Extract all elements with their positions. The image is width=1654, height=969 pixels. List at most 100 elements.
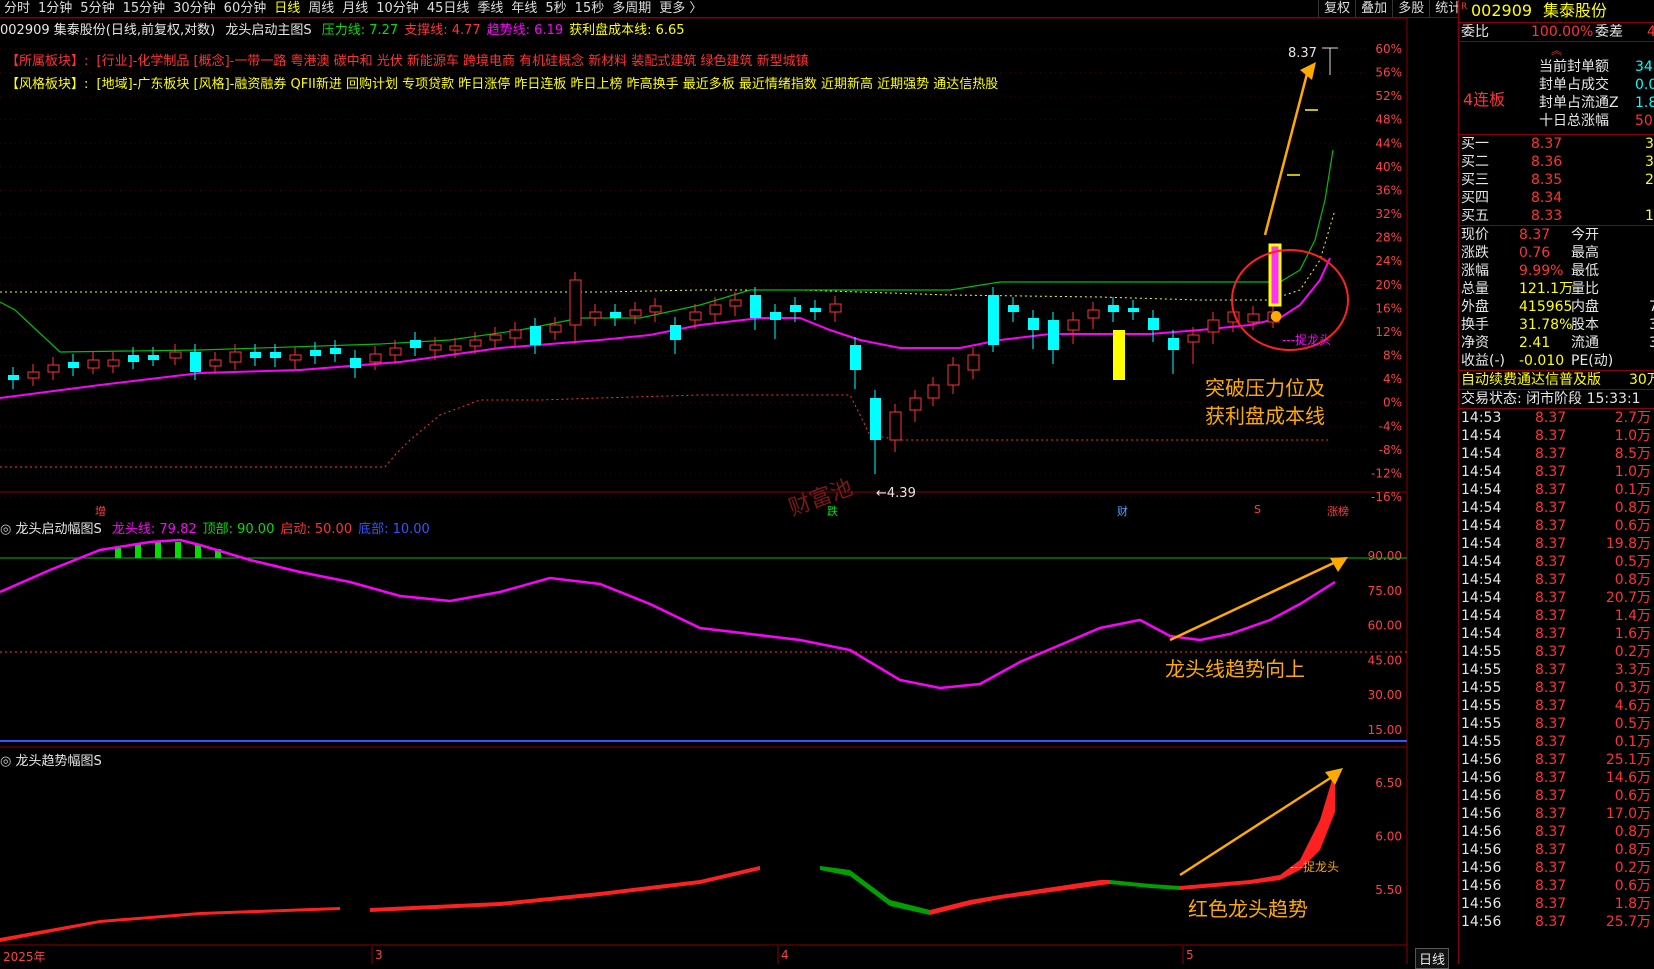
stat-row-2: 涨幅 9.99% 最低 [1461,263,1599,279]
candle-body-22 [449,345,462,351]
bid-row-2: 买三 8.35 2 [1461,172,1654,188]
sector-line-2: 【风格板块】: [地域]-广东板块 [风格]-融资融券 QFII新进 回购计划 … [6,73,998,92]
candle-body-62 [1247,313,1260,323]
candle-body-54 [1087,309,1100,319]
candle-body-45 [909,397,922,411]
candle-body-2 [47,364,60,373]
stats-block: 现价 8.37 今开 涨跌 0.76 最高 涨幅 9.99% 最低 总量 121.1万 量比 外盘 415… [1459,225,1654,370]
chart-area[interactable]: 60%56%52%48%44%40%36%32%28%24%20%16%12%8… [0,0,1458,964]
candle-body-23 [469,339,482,347]
panel3-collapse-icon[interactable]: ◎ [0,754,11,769]
candle-body-30 [610,312,621,318]
catch-dragon-label-p3: ---捉龙头 [1290,860,1339,874]
trade-row-19: 14:56 8.37 25.1万 [1461,752,1651,768]
seal-row-0: 当前封单额34807 [1539,59,1654,75]
candle-body-36 [729,299,742,307]
axis-p2-tick-0: 90.00 [1368,549,1402,563]
weibi-row: 委比 100.00% 委差 4 [1459,22,1654,41]
candle-body-31 [629,309,642,317]
axis-main-tick-4: 44% [1375,136,1402,150]
dragon-trend-ribbon-red2 [370,866,760,912]
axis-main-tick-3: 48% [1375,113,1402,127]
candle-body-25 [509,329,522,339]
candle-body-57 [1148,318,1159,330]
dragon-line [0,538,1336,690]
candle-body-29 [589,311,602,319]
indicator-name[interactable]: 龙头启动主图S [225,23,311,38]
expand-toggle[interactable]: ︽ [1459,41,1654,58]
axis-p3-tick-2: 5.50 [1375,883,1402,897]
dragon-trend-ribbon-green1 [820,866,930,915]
trade-row-12: 14:54 8.37 1.6万 [1461,626,1651,642]
annotation-dragon-line: 龙头线趋势向上 [1165,657,1305,681]
ind-legend-item-3: 获利盘成本线: 6.65 [569,23,685,38]
axis-p3-tick-1: 6.00 [1375,830,1402,844]
trade-row-9: 14:54 8.37 0.8万 [1461,572,1651,588]
x-label-2025: 2025年 [3,950,46,964]
candle-body-17 [350,358,361,368]
candle-body-3 [68,362,79,368]
candle-body-49 [988,295,999,345]
trade-ticks[interactable]: 14:53 8.37 2.7万 14:54 8.37 1.0万 14:54 8.37 8.5万 1… [1459,408,1654,931]
trade-row-28: 14:56 8.37 25.7万 [1461,914,1651,930]
candle-body-1 [27,371,40,379]
ind-legend-item-2: 趋势线: 6.19 [486,23,564,38]
candle-body-21 [429,344,442,351]
daily-tab[interactable]: 日线 [1415,948,1450,969]
news-ticker[interactable]: 自动续费通达信普及版 30万 [1459,370,1654,389]
x-label-4: 4 [781,948,789,962]
candle-body-6 [128,355,139,362]
candle-body-4 [87,359,100,369]
stat-row-7: 收益(-) -0.010 PE(动) [1461,353,1614,369]
trade-row-8: 14:54 8.37 0.5万 [1461,554,1651,570]
axis-main-tick-12: 12% [1375,325,1402,339]
trend-line [0,257,1331,399]
candle-body-43 [870,398,881,440]
stat-row-0: 现价 8.37 今开 [1461,227,1599,243]
candle-body-52 [1048,320,1059,350]
candle-body-41 [829,303,842,313]
candle-body-15 [310,350,321,356]
candle-body-48 [967,354,980,371]
candle-body-50 [1008,305,1019,312]
candle-body-56 [1128,308,1139,312]
candle-body-14 [289,354,302,361]
axis-main-tick-14: 4% [1383,372,1402,386]
panel3-y-axis: 6.50 6.00 5.50 [1375,776,1402,897]
candle-body-53 [1067,319,1080,331]
sector-line-2-text: [地域]-广东板块 [风格]-融资融券 QFII新进 回购计划 专项贷款 昨日涨… [96,77,999,92]
panel3-header: ◎ 龙头趋势幅图S [0,750,102,769]
quote-header: R 002909 集泰股份 [1461,1,1608,20]
bid-row-3: 买四 8.34 [1461,190,1563,206]
panel3-title[interactable]: 龙头趋势幅图S [15,754,101,769]
main-y-axis: 60% 56% 52% 48% 44% 40% 36% 32% 28% 24% 20% 16% 12% 8… [1371,42,1402,504]
x-label-3: 3 [375,948,383,962]
seal-block: 4连板 当前封单额34807 封单占成交0.03倍封单占流通Z1.82 十日总涨幅5… [1459,58,1654,134]
panel2-legend: 龙头线: 79.82 顶部: 90.00 启动: 50.00 底部: 10.00 [106,522,430,537]
p3-arrow-head [1325,768,1343,785]
marker-die: 跌 [827,505,838,518]
stock-title: 002909 集泰股份(日线,前复权,对数) [0,23,216,38]
panel2-collapse-icon[interactable]: ◎ [0,522,11,537]
stat-row-4: 外盘415965内盘79 [1461,299,1654,315]
candle-body-59 [1187,334,1200,343]
dragon-trend-ribbon-red1 [0,907,340,942]
trade-row-15: 14:55 8.37 0.3万 [1461,680,1651,696]
p2-legend-item-3: 底部: 10.00 [358,522,430,537]
stock-code: 002909 [1471,1,1533,20]
trade-row-26: 14:56 8.37 0.6万 [1461,878,1651,894]
candle-body-28 [569,279,582,326]
candle-body-0 [8,375,19,380]
main-grid [0,48,1370,498]
cost-line [0,209,1336,301]
trade-row-25: 14:56 8.37 0.2万 [1461,860,1651,876]
candle-body-40 [810,308,821,312]
bid-row-0: 买一8.37348 [1461,136,1654,152]
marker-cai: 财 [1117,505,1128,518]
catch-dragon-label: ---捉龙头 [1282,333,1331,347]
candle-body-8 [169,351,182,359]
trade-row-22: 14:56 8.37 17.0万 [1461,806,1651,822]
limitup-candle [1268,243,1282,307]
panel2-title[interactable]: 龙头启动幅图S [15,522,101,537]
p2-legend-item-1: 顶部: 90.00 [202,522,275,537]
